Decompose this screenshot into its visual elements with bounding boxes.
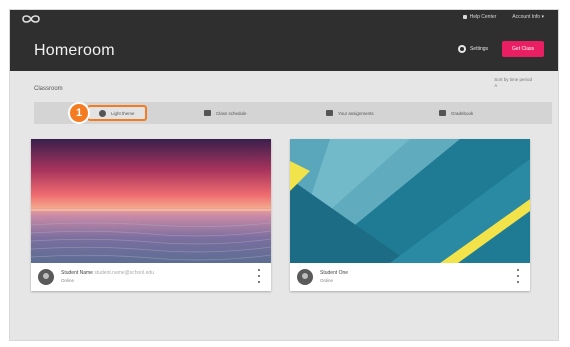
- tab-gradebook[interactable]: Gradebook: [439, 106, 473, 120]
- card-footer: Student One Online: [290, 263, 530, 291]
- brightness-icon: [99, 109, 106, 117]
- calendar-icon: [204, 110, 211, 116]
- gradebook-icon: [439, 110, 446, 116]
- material-wallpaper-thumbnail: [290, 139, 530, 263]
- avatar: [297, 269, 313, 285]
- avatar: [38, 269, 54, 285]
- app-header: Help Center Account Info ▾ Homeroom Sett…: [10, 10, 558, 71]
- header-actions: Settings Get Class: [457, 41, 544, 57]
- sort-dropdown[interactable]: Sort by time period A: [494, 77, 532, 89]
- tab-light-theme[interactable]: Light theme: [87, 105, 147, 121]
- student-name: Student Name student.name@school.edu: [61, 270, 154, 276]
- tab-bar: Light theme Class schedule Your assignme…: [34, 102, 552, 124]
- more-options-icon[interactable]: [257, 269, 261, 283]
- help-link[interactable]: Help Center: [462, 14, 496, 20]
- account-menu[interactable]: Account Info ▾: [512, 14, 544, 20]
- sunset-wallpaper-thumbnail: [31, 139, 271, 263]
- help-icon: [462, 14, 467, 19]
- top-links: Help Center Account Info ▾: [462, 14, 544, 20]
- section-label: Classroom: [34, 86, 63, 92]
- tab-class-schedule[interactable]: Class schedule: [204, 106, 247, 120]
- student-status: Online: [61, 278, 75, 283]
- page-title: Homeroom: [34, 42, 115, 59]
- card-footer: Student Name student.name@school.edu Onl…: [31, 263, 271, 291]
- get-class-button[interactable]: Get Class: [502, 41, 544, 57]
- student-card[interactable]: Student One Online: [290, 139, 530, 291]
- student-name: Student One: [320, 270, 349, 276]
- more-options-icon[interactable]: [516, 269, 520, 283]
- app-window: Help Center Account Info ▾ Homeroom Sett…: [9, 9, 559, 341]
- tab-your-assignments[interactable]: Your assignments: [326, 106, 374, 120]
- gear-icon: [457, 45, 466, 53]
- step-number-badge: 1: [68, 102, 90, 124]
- student-card[interactable]: Student Name student.name@school.edu Onl…: [31, 139, 271, 291]
- assignment-icon: [326, 110, 333, 116]
- settings-button[interactable]: Settings: [457, 45, 488, 53]
- student-status: Online: [320, 278, 334, 283]
- infinity-logo-icon: [22, 15, 40, 23]
